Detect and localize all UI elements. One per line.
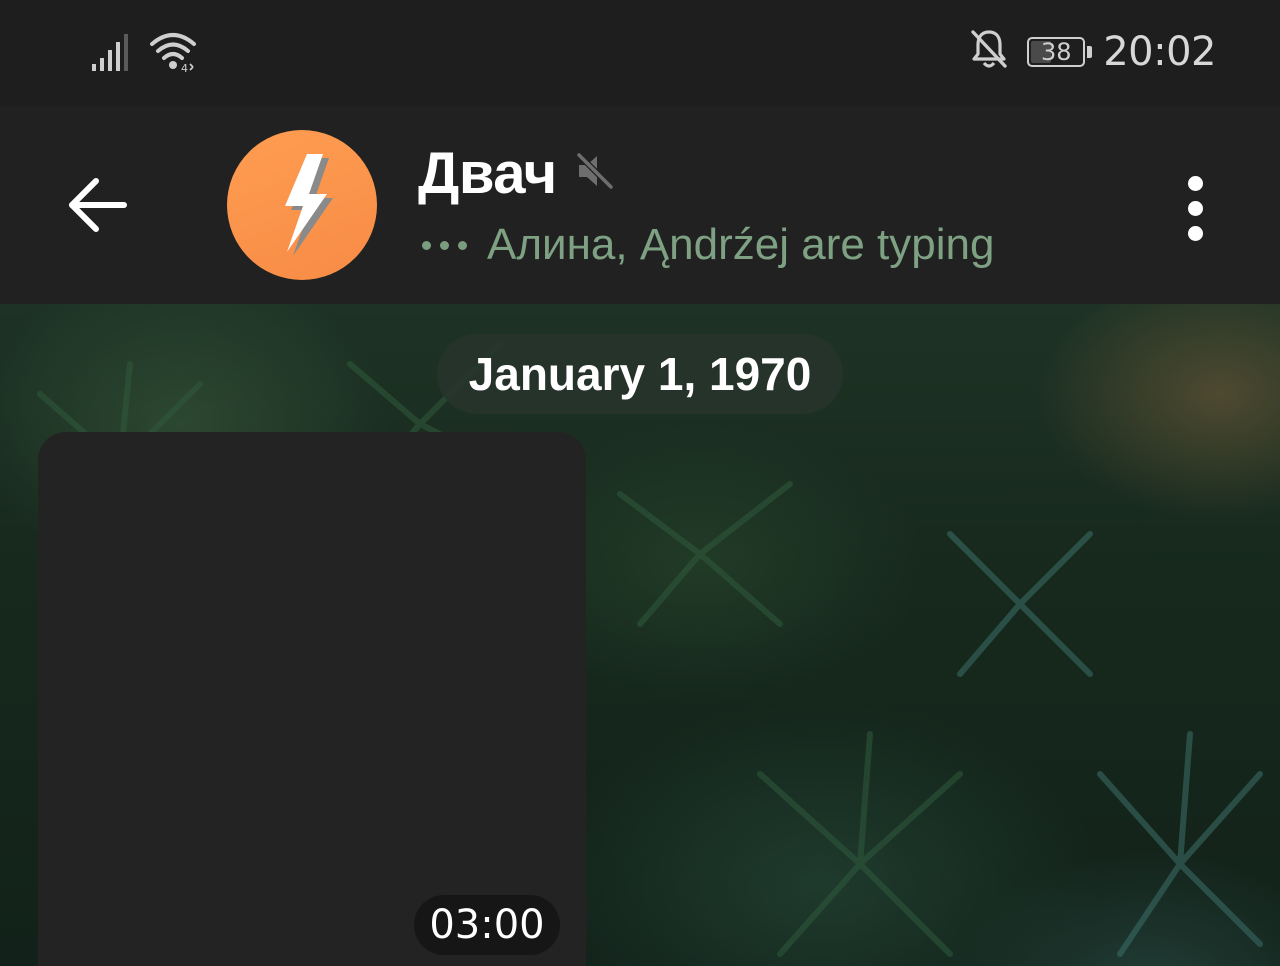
chat-title-row[interactable]: Двач <box>418 140 615 207</box>
video-message[interactable]: 03:00 <box>38 432 586 966</box>
video-duration-badge: 03:00 <box>414 895 560 955</box>
lightning-bolt-icon <box>257 148 347 263</box>
more-options-button[interactable] <box>1170 168 1220 248</box>
status-left-group: 4 <box>90 30 198 77</box>
typing-status-row: Алина, Ąndrźej are typing <box>422 220 994 270</box>
svg-text:4: 4 <box>181 62 188 72</box>
battery-level: 38 <box>1040 37 1072 66</box>
chat-title: Двач <box>418 141 557 206</box>
more-vertical-icon <box>1187 175 1203 191</box>
chat-area[interactable]: January 1, 1970 03:00 <box>0 304 1280 966</box>
typing-status: Алина, Ąndrźej are typing <box>487 220 995 269</box>
date-separator: January 1, 1970 <box>437 334 843 414</box>
back-button[interactable] <box>60 174 136 240</box>
chat-avatar[interactable] <box>227 130 377 280</box>
notifications-off-icon <box>969 28 1009 75</box>
typing-dots-icon <box>422 240 467 250</box>
cellular-signal-icon <box>90 30 134 77</box>
status-right-group: 38 20:02 <box>969 28 1216 75</box>
status-bar: 4 38 20:02 <box>0 0 1280 106</box>
muted-speaker-icon <box>575 151 615 196</box>
wifi-icon: 4 <box>148 30 198 77</box>
chat-header: Двач Алина, Ąndrźej are typing <box>0 106 1280 304</box>
status-time: 20:02 <box>1103 28 1216 75</box>
battery-indicator: 38 <box>1027 36 1093 67</box>
arrow-back-icon <box>66 176 130 239</box>
